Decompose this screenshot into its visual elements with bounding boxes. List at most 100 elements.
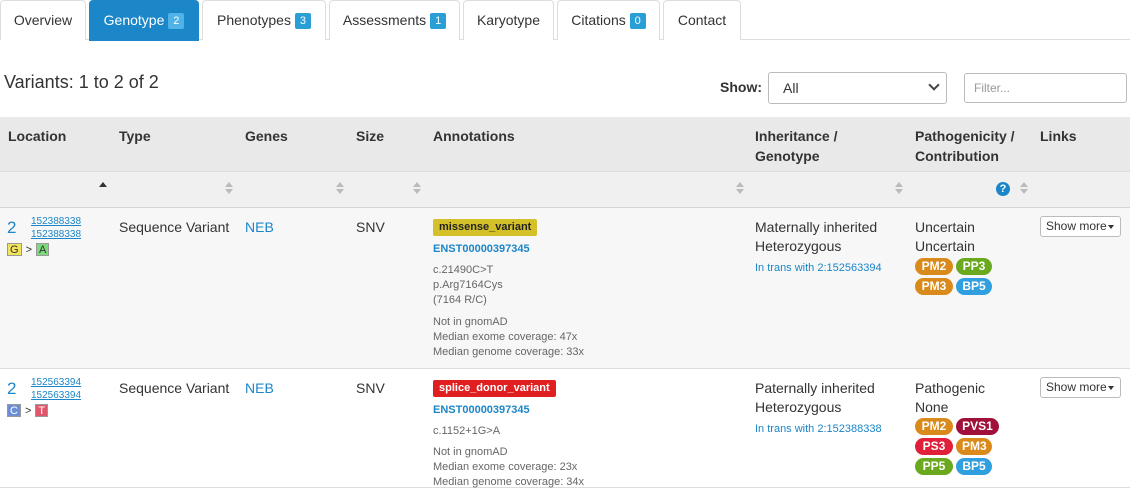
hgvs-c: c.21490C>T <box>433 264 494 276</box>
exome-coverage: Median exome coverage: 23x <box>433 461 578 473</box>
pathogenicity: Uncertain <box>915 219 975 235</box>
inheritance: Maternally inherited <box>755 219 878 235</box>
sort-row: ? <box>0 171 1130 207</box>
contribution: None <box>915 399 949 415</box>
allele-change: C > T <box>7 404 49 418</box>
column-header-inheritance[interactable]: Inheritance / Genotype <box>755 126 837 166</box>
alt-allele: T <box>35 404 49 417</box>
position-end[interactable]: 152388338 <box>31 228 81 241</box>
acmg-criterion-pill: PM3 <box>915 278 953 295</box>
sort-icon[interactable] <box>224 182 234 196</box>
column-header-links[interactable]: Links <box>1040 126 1077 146</box>
gene-link[interactable]: NEB <box>245 218 274 237</box>
variants-count: Variants: 1 to 2 of 2 <box>4 72 159 92</box>
tab-phenotypes[interactable]: Phenotypes 3 <box>202 0 326 40</box>
tab-label: Overview <box>13 12 73 28</box>
chromosome[interactable]: 2 <box>7 379 16 399</box>
acmg-criterion-pill: PM2 <box>915 418 953 435</box>
column-header-type[interactable]: Type <box>119 126 151 146</box>
show-more-label: Show more <box>1046 219 1107 233</box>
sort-ascending-icon[interactable] <box>98 182 108 196</box>
filter-input[interactable] <box>964 73 1127 103</box>
column-header-pathogenicity[interactable]: Pathogenicity / Contribution <box>915 126 1015 166</box>
in-trans-link[interactable]: In trans with 2:152563394 <box>755 262 882 274</box>
tab-badge: 1 <box>430 13 447 29</box>
column-header-pathogenicity-line1: Pathogenicity / <box>915 128 1015 144</box>
tab-badge: 3 <box>294 13 311 29</box>
show-label: Show: <box>720 79 762 95</box>
gene-link[interactable]: NEB <box>245 379 274 398</box>
table-row: 2 152563394 152563394 C > T Sequence Varia… <box>0 369 1130 488</box>
allele-arrow: > <box>25 244 32 256</box>
acmg-criterion-pill: PVS1 <box>956 418 999 435</box>
tab-contact[interactable]: Contact <box>663 0 741 40</box>
allele-arrow: > <box>24 405 32 417</box>
column-header-pathogenicity-line2: Contribution <box>915 148 999 164</box>
sort-icon[interactable] <box>335 182 345 196</box>
transcript-link[interactable]: ENST00000397345 <box>433 404 530 416</box>
position-start[interactable]: 152563394 <box>31 376 81 389</box>
acmg-criterion-pill: PM3 <box>956 438 992 455</box>
pathogenicity: Pathogenic <box>915 380 986 396</box>
inheritance: Paternally inherited <box>755 380 875 396</box>
acmg-criterion-pill: PP5 <box>915 458 953 475</box>
acmg-criterion-pill: BP5 <box>956 458 992 475</box>
caret-down-icon <box>1108 386 1114 390</box>
show-more-button[interactable]: Show more <box>1040 377 1121 398</box>
variant-type: Sequence Variant <box>119 219 230 235</box>
hgvs-c: c.1152+1G>A <box>433 425 501 437</box>
position-start[interactable]: 152388338 <box>31 215 81 228</box>
tab-karyotype[interactable]: Karyotype <box>463 0 554 40</box>
tab-label: Karyotype <box>476 12 541 28</box>
sort-icon[interactable] <box>1019 182 1029 196</box>
chromosome[interactable]: 2 <box>7 218 16 238</box>
show-select-value: All <box>783 80 799 96</box>
acmg-criterion-pill: PS3 <box>915 438 953 455</box>
tab-citations[interactable]: Citations 0 <box>557 0 660 40</box>
tab-badge: 2 <box>168 13 185 29</box>
tab-badge: 0 <box>629 13 646 29</box>
column-header-inheritance-line2: Genotype <box>755 148 820 164</box>
show-more-button[interactable]: Show more <box>1040 216 1121 237</box>
tab-genotype[interactable]: Genotype 2 <box>89 0 199 41</box>
acmg-criterion-pill: PM2 <box>915 258 953 275</box>
chevron-down-icon <box>928 79 940 91</box>
allele-change: G > A <box>7 243 50 257</box>
ref-allele: C <box>7 404 21 417</box>
tab-label: Phenotypes <box>217 12 291 28</box>
column-header-annotations[interactable]: Annotations <box>433 126 515 146</box>
zygosity: Heterozygous <box>755 399 842 415</box>
gnomad-status: Not in gnomAD <box>433 316 508 328</box>
genome-coverage: Median genome coverage: 34x <box>433 476 585 488</box>
contribution: Uncertain <box>915 238 975 254</box>
tab-label: Genotype <box>103 12 165 28</box>
table-row: 2 152388338 152388338 G > A Sequence Varia… <box>0 208 1130 369</box>
tab-label: Contact <box>677 12 727 28</box>
column-header-location[interactable]: Location <box>8 126 66 146</box>
position-end[interactable]: 152563394 <box>31 389 81 402</box>
transcript-link[interactable]: ENST00000397345 <box>433 243 530 255</box>
genome-coverage: Median genome coverage: 33x <box>433 346 585 358</box>
consequence-badge: splice_donor_variant <box>433 380 556 397</box>
alt-allele: A <box>36 243 50 256</box>
tab-label: Assessments <box>342 12 427 28</box>
help-icon[interactable]: ? <box>996 182 1010 196</box>
tab-overview[interactable]: Overview <box>0 0 86 40</box>
column-header-genes[interactable]: Genes <box>245 126 288 146</box>
column-header-size[interactable]: Size <box>356 126 384 146</box>
zygosity: Heterozygous <box>755 238 842 254</box>
sort-icon[interactable] <box>412 182 422 196</box>
tab-label: Citations <box>571 12 626 28</box>
variant-type: Sequence Variant <box>119 380 230 396</box>
in-trans-link[interactable]: In trans with 2:152388338 <box>755 423 882 435</box>
protein-change: (7164 R/C) <box>433 294 487 306</box>
acmg-criterion-pill: PP3 <box>956 258 992 275</box>
sort-icon[interactable] <box>735 182 745 196</box>
tab-assessments[interactable]: Assessments 1 <box>329 0 460 40</box>
show-select[interactable]: All <box>768 72 947 104</box>
variant-size: SNV <box>356 380 385 396</box>
sort-icon[interactable] <box>894 182 904 196</box>
hgvs-p: p.Arg7164Cys <box>433 279 503 291</box>
exome-coverage: Median exome coverage: 47x <box>433 331 578 343</box>
acmg-criterion-pill: BP5 <box>956 278 992 295</box>
